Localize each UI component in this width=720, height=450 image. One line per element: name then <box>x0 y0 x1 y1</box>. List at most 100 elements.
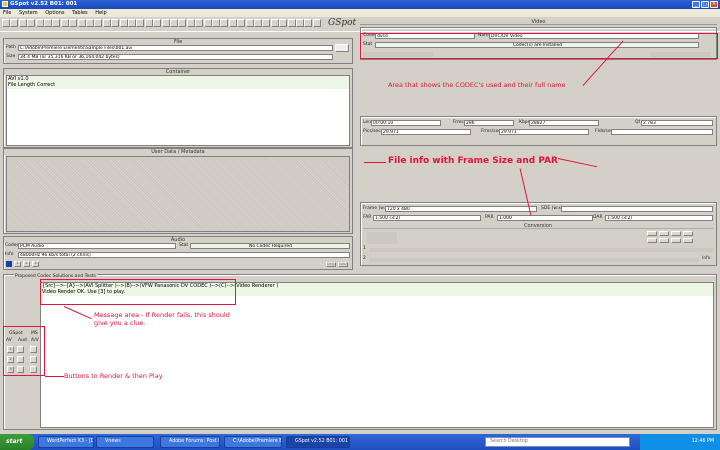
conv-button[interactable] <box>671 238 681 243</box>
row-1-label: 1 <box>363 246 366 251</box>
frms-sec-field: 29.971 <box>499 129 589 135</box>
toolbar-button[interactable] <box>279 19 288 27</box>
toolbar-button[interactable] <box>178 19 187 27</box>
file-panel: File Path C:\Adobe\Premiere Elements\Sam… <box>3 38 353 64</box>
menu-file[interactable]: File <box>3 10 11 16</box>
conv-button[interactable] <box>647 231 657 236</box>
audio-button-3[interactable]: 3 <box>32 261 39 267</box>
audio-stat-label: Stat <box>179 243 189 248</box>
toolbar-button[interactable] <box>119 19 128 27</box>
toolbar-button[interactable] <box>102 19 111 27</box>
annotation-box-codec <box>360 33 718 59</box>
conv-button[interactable] <box>683 231 693 236</box>
sde-field <box>561 206 713 212</box>
size-field: 34.4 MB (or 35,316 KB or 36,164,042 byte… <box>18 54 333 60</box>
app-icon <box>2 1 8 7</box>
toolbar-button[interactable] <box>186 19 195 27</box>
audio-button-1[interactable]: 1 <box>14 261 21 267</box>
dar-label: DAR <box>593 215 603 220</box>
toolbar-button[interactable] <box>52 19 61 27</box>
task-explorer[interactable]: C:\Adobe\Premiere Eleme... <box>224 436 282 448</box>
conv-button[interactable] <box>671 231 681 236</box>
toolbar-button[interactable] <box>44 19 52 27</box>
conversion-options <box>367 232 397 244</box>
annotation-buttons: Buttons to Render & then Play <box>64 372 163 380</box>
toolbar-button[interactable] <box>27 19 36 27</box>
toolbar-button[interactable] <box>212 19 220 27</box>
toolbar-button[interactable] <box>203 19 212 27</box>
toolbar-button[interactable] <box>60 19 69 27</box>
row-2-label: 2 <box>363 256 366 261</box>
video-panel-title: Video <box>360 19 717 25</box>
toolbar-button[interactable] <box>262 19 271 27</box>
conv-button[interactable] <box>659 238 669 243</box>
toolbar-button[interactable] <box>94 19 103 27</box>
toolbar-button[interactable] <box>136 19 145 27</box>
toolbar-button[interactable] <box>2 19 10 27</box>
gspot-logo: GSpot <box>328 18 357 28</box>
kbps-field: 28827 <box>529 120 599 126</box>
task-vnews[interactable]: Vnews <box>96 436 154 448</box>
toolbar-button[interactable] <box>287 19 296 27</box>
conv-button[interactable] <box>659 231 669 236</box>
menu-help[interactable]: Help <box>95 10 106 16</box>
toolbar-button[interactable] <box>304 19 313 27</box>
frms-field: 286 <box>464 120 514 126</box>
task-adobe-forums[interactable]: Adobe Forums: Post Rep... <box>160 436 220 448</box>
menu-system[interactable]: System <box>19 10 38 16</box>
toolbar-button[interactable] <box>220 19 229 27</box>
wav-button[interactable]: WAV <box>338 262 348 267</box>
audio-info-field: 48000Hz 96 kb/s total (2 chnls) <box>18 252 350 258</box>
task-gspot[interactable]: GSpot v2.52 B01: 001 <box>286 436 350 448</box>
annotation-codec: Area that shows the CODEC's used and the… <box>388 81 566 89</box>
audio-button-2[interactable]: 2 <box>23 261 30 267</box>
menu-options[interactable]: Options <box>45 10 64 16</box>
toolbar-button[interactable] <box>35 19 44 27</box>
annotation-frame: File info with Frame Size and PAR <box>388 156 558 166</box>
audio-channel-icon <box>6 261 12 267</box>
toolbar-button[interactable] <box>296 19 304 27</box>
toolbar-button[interactable] <box>111 19 120 27</box>
maximize-button[interactable]: □ <box>701 1 709 8</box>
annotation-box-buttons <box>3 326 45 376</box>
dmo-button[interactable]: DMO <box>326 262 336 267</box>
toolbar-button[interactable] <box>153 19 162 27</box>
toolbar-button[interactable] <box>270 19 279 27</box>
info-button[interactable]: Info <box>702 256 711 262</box>
toolbar-button[interactable] <box>69 19 78 27</box>
toolbar-button[interactable] <box>18 19 27 27</box>
toolbar-button[interactable] <box>254 19 262 27</box>
sde-label: SDE (w:x) <box>541 206 563 211</box>
menu-bar: File System Options Tables Help <box>0 9 720 17</box>
toolbar-button[interactable] <box>312 19 321 27</box>
conv-button[interactable] <box>647 238 657 243</box>
audio-codec-field: PCM Audio <box>18 243 176 249</box>
system-clock: 12:46 PM <box>640 434 720 450</box>
toolbar-button[interactable] <box>245 19 254 27</box>
desktop-search-input[interactable]: Search Desktop <box>485 437 630 447</box>
browse-button[interactable] <box>335 44 349 52</box>
close-button[interactable]: × <box>710 1 718 8</box>
progress-track <box>369 258 699 262</box>
minimize-button[interactable]: _ <box>692 1 700 8</box>
toolbar-button[interactable] <box>161 19 170 27</box>
qf-label: Qf <box>635 120 641 125</box>
path-field[interactable]: C:\Adobe\Premiere Elements\Sample Files\… <box>18 45 333 51</box>
toolbar-button[interactable] <box>128 19 136 27</box>
video-timing-panel: Len 00:00:10 Frms 286 Kbps 28827 Qf 2.78… <box>360 116 717 146</box>
far-label: FAR <box>363 215 372 220</box>
toolbar-button[interactable] <box>144 19 153 27</box>
toolbar-button[interactable] <box>10 19 19 27</box>
toolbar-button[interactable] <box>86 19 94 27</box>
toolbar-button[interactable] <box>228 19 237 27</box>
conv-button[interactable] <box>683 238 693 243</box>
path-label: Path <box>6 45 16 50</box>
toolbar-button[interactable] <box>237 19 246 27</box>
conversion-title: Conversion <box>363 223 713 229</box>
toolbar-button[interactable] <box>77 19 86 27</box>
start-button[interactable]: start <box>0 434 34 450</box>
menu-tables[interactable]: Tables <box>72 10 88 16</box>
task-wordperfect[interactable]: WordPerfect X3 - [Docu... <box>38 436 94 448</box>
toolbar-button[interactable] <box>195 19 204 27</box>
toolbar-button[interactable] <box>170 19 178 27</box>
